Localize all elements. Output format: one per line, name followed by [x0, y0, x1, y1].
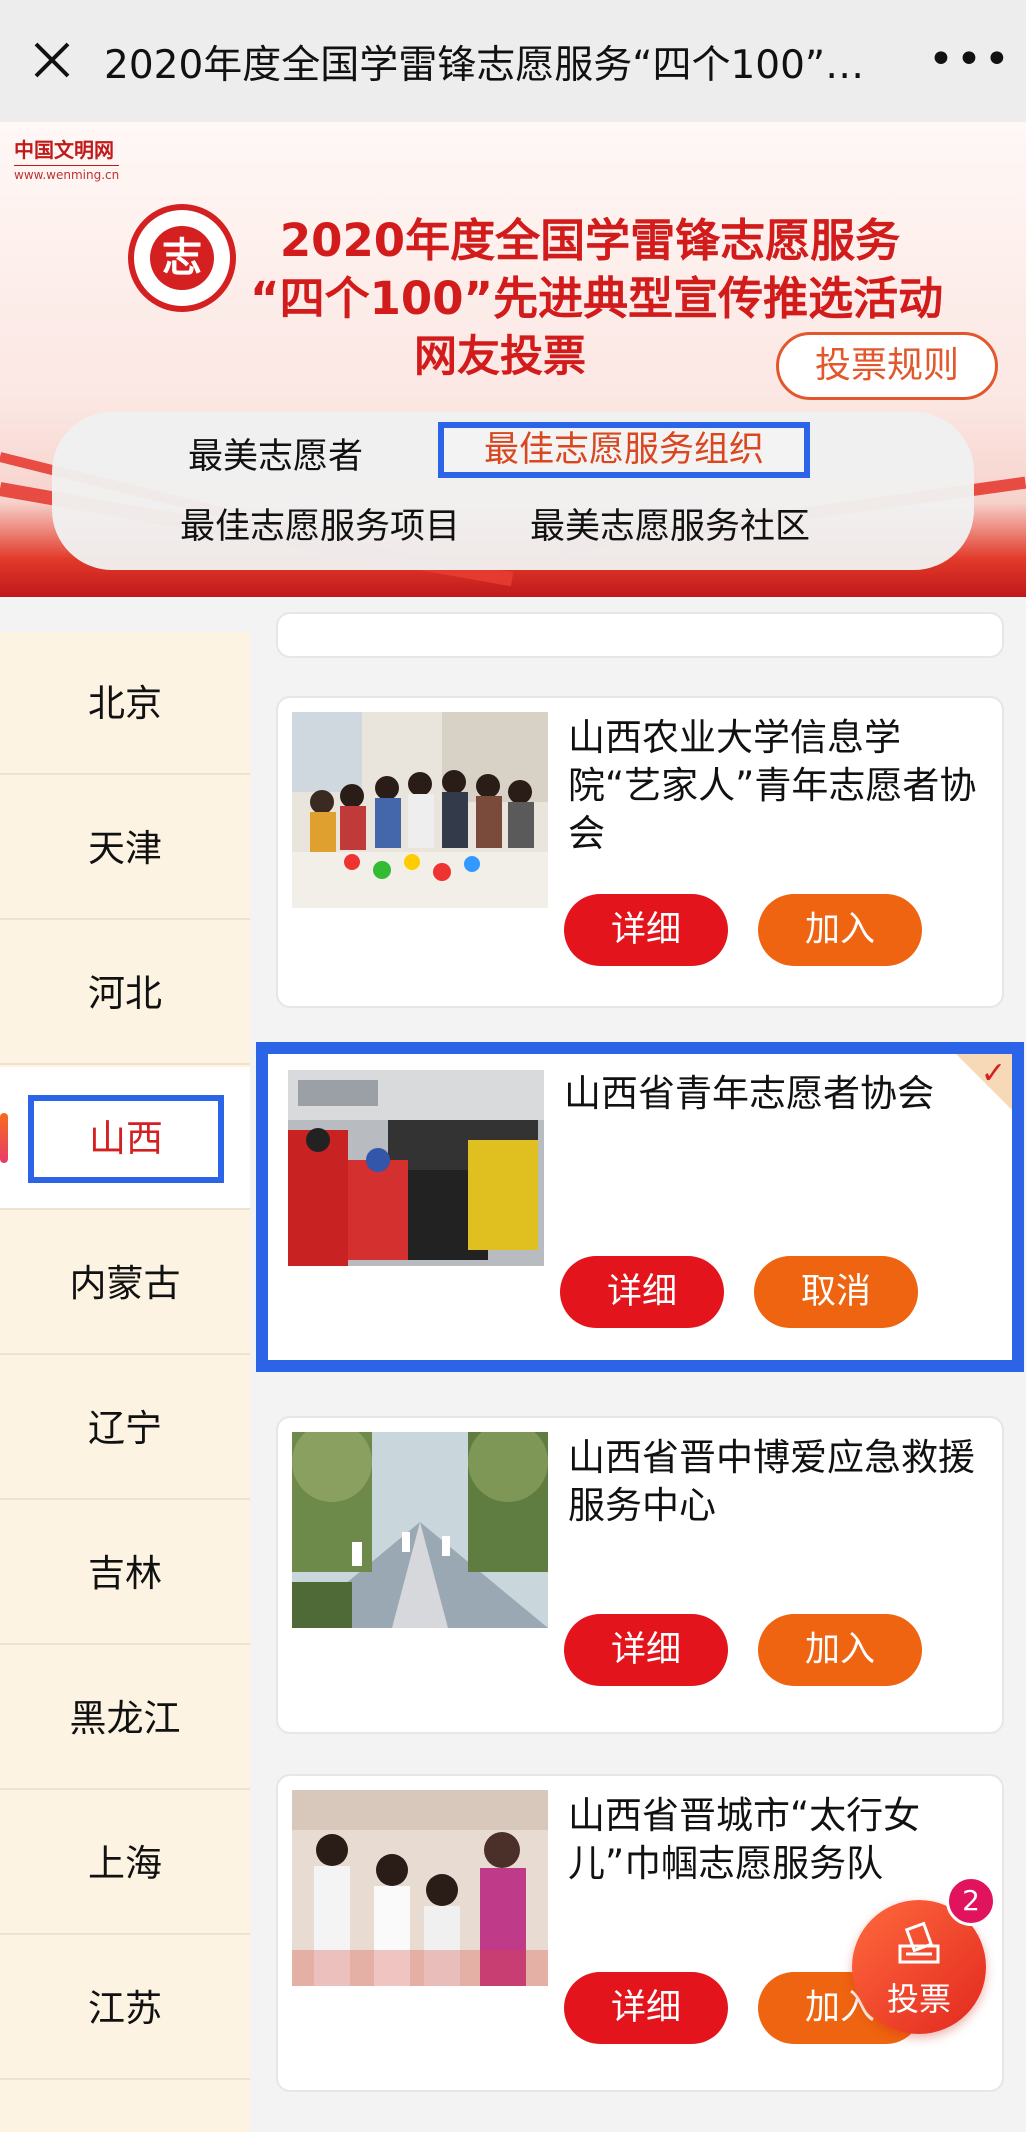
- region-item-heilongjiang[interactable]: 黑龙江: [0, 1647, 250, 1790]
- organization-photo: [292, 1432, 548, 1628]
- tab-most-beautiful-community[interactable]: 最美志愿服务社区: [530, 498, 810, 549]
- page-title: 2020年度全国学雷锋志愿服务“四个100”…: [104, 43, 865, 88]
- vote-label: 投票: [886, 1980, 951, 2018]
- region-item-hebei[interactable]: 河北: [0, 922, 250, 1065]
- region-item-label: 山西: [28, 1095, 224, 1183]
- active-indicator: [0, 1113, 8, 1163]
- organization-name: 山西农业大学信息学院“艺家人”青年志愿者协会: [568, 716, 977, 855]
- tab-best-volunteer-organization[interactable]: 最佳志愿服务组织: [438, 422, 810, 478]
- site-logo: 中国文明网 www.wenming.cn: [14, 134, 120, 182]
- join-button[interactable]: 加入: [758, 894, 922, 966]
- organization-photo: [292, 1790, 548, 1986]
- top-bar: 2020年度全国学雷锋志愿服务“四个100”… •••: [0, 0, 1026, 122]
- region-item-beijing[interactable]: 北京: [0, 632, 250, 775]
- site-name: 中国文明网: [14, 138, 114, 162]
- banner-title-line2: “四个100”先进典型宣传推选活动: [250, 272, 944, 325]
- campaign-banner: 中国文明网 www.wenming.cn 志 2020年度全国学雷锋志愿服务 “…: [0, 122, 1026, 597]
- region-item-shanghai[interactable]: 上海: [0, 1792, 250, 1935]
- region-item-shanxi[interactable]: 山西: [0, 1067, 250, 1210]
- organization-photo: [288, 1070, 544, 1266]
- close-icon[interactable]: [28, 36, 76, 84]
- detail-button[interactable]: 详细: [564, 894, 728, 966]
- region-item-jiangsu[interactable]: 江苏: [0, 1937, 250, 2080]
- check-icon: ✓: [980, 1056, 1006, 1091]
- list-item-selected: ✓ 山西省青年志愿者协会 详细 取消: [256, 1042, 1024, 1372]
- ballot-box-icon: [898, 1921, 940, 1964]
- region-item-jilin[interactable]: 吉林: [0, 1502, 250, 1645]
- organization-name: 山西省晋城市“太行女儿”巾帼志愿服务队: [568, 1794, 921, 1885]
- organization-name: 山西省晋中博爱应急救援服务中心: [568, 1436, 975, 1527]
- banner-title-line3: 网友投票: [414, 332, 586, 382]
- region-item-inner-mongolia[interactable]: 内蒙古: [0, 1212, 250, 1355]
- more-menu-icon[interactable]: •••: [928, 38, 1010, 82]
- tab-best-volunteer-project[interactable]: 最佳志愿服务项目: [180, 498, 460, 549]
- detail-button[interactable]: 详细: [564, 1614, 728, 1686]
- region-sidebar: 北京 天津 河北 山西 内蒙古 辽宁 吉林 黑龙江 上海 江苏: [0, 632, 250, 2132]
- join-button[interactable]: 加入: [758, 1614, 922, 1686]
- organization-name: 山西省青年志愿者协会: [564, 1072, 934, 1115]
- detail-button[interactable]: 详细: [564, 1972, 728, 2044]
- seal-char: 志: [150, 226, 214, 290]
- list-item: 山西省晋中博爱应急救援服务中心 详细 加入: [276, 1416, 1004, 1734]
- cancel-vote-button[interactable]: 取消: [754, 1256, 918, 1328]
- region-item-liaoning[interactable]: 辽宁: [0, 1357, 250, 1500]
- list-item: 山西农业大学信息学院“艺家人”青年志愿者协会 详细 加入: [276, 696, 1004, 1008]
- volunteer-seal-logo: 志: [128, 204, 236, 312]
- banner-title-line1: 2020年度全国学雷锋志愿服务: [279, 214, 901, 267]
- voting-rules-button[interactable]: 投票规则: [776, 332, 998, 400]
- organization-photo: [292, 712, 548, 908]
- site-url: www.wenming.cn: [14, 165, 120, 182]
- tab-most-beautiful-volunteer[interactable]: 最美志愿者: [188, 428, 363, 479]
- region-item-tianjin[interactable]: 天津: [0, 777, 250, 920]
- vote-count-badge: 2: [946, 1876, 996, 1926]
- detail-button[interactable]: 详细: [560, 1256, 724, 1328]
- list-item-partial: [276, 612, 1004, 658]
